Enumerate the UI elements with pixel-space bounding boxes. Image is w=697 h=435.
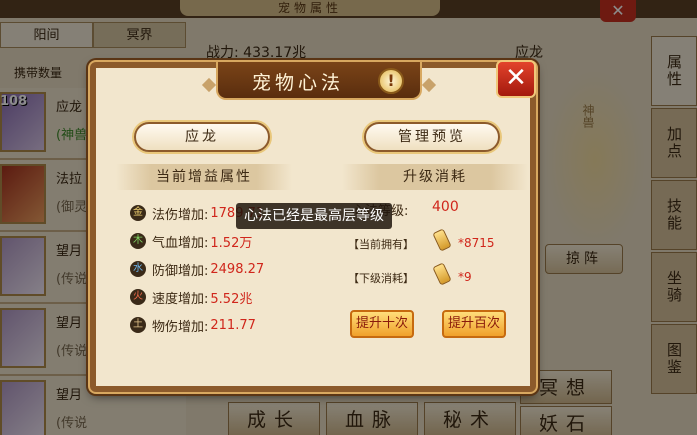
scroll-item-icon	[432, 228, 452, 252]
attr-label: 法伤增加:	[152, 207, 209, 223]
dialog-title: 宠物心法	[251, 72, 344, 94]
attr-value: 5.52兆	[210, 291, 253, 307]
attr-label: 气血增加:	[152, 235, 209, 251]
info-icon[interactable]: !	[378, 68, 404, 94]
attr-row-physical: 土 物伤增加: 211.77	[130, 314, 256, 336]
diamond-ornament-icon	[201, 77, 217, 93]
attr-label: 防御增加:	[152, 263, 209, 279]
diamond-ornament-icon	[421, 77, 437, 93]
pet-select-button[interactable]: 应龙	[134, 122, 270, 152]
upgrade-ten-button[interactable]: 提升十次	[350, 310, 414, 338]
wood-element-icon: 木	[130, 233, 146, 249]
max-level-toast: 心法已经是最高层等级	[236, 203, 392, 229]
water-element-icon: 水	[130, 261, 146, 277]
upgrade-hundred-button[interactable]: 提升百次	[442, 310, 506, 338]
attr-row-defense: 水 防御增加: 2498.27	[130, 258, 264, 280]
attr-label: 物伤增加:	[152, 319, 209, 335]
earth-element-icon: 土	[130, 317, 146, 333]
dialog-header: 宠物心法 !	[216, 62, 422, 100]
metal-element-icon: 金	[130, 205, 146, 221]
attr-row-hp: 木 气血增加: 1.52万	[130, 230, 252, 252]
attr-row-speed: 火 速度增加: 5.52兆	[130, 286, 252, 308]
next-cost-label: 【下级消耗】	[348, 272, 414, 285]
manage-preview-button[interactable]: 管理预览	[364, 122, 500, 152]
current-bonus-header: 当前增益属性	[116, 164, 292, 190]
attr-value: 211.77	[210, 317, 256, 333]
mind-level-value: 400	[432, 199, 459, 215]
fire-element-icon: 火	[130, 289, 146, 305]
close-icon[interactable]: ✕	[496, 60, 536, 98]
upgrade-cost-header: 升级消耗	[342, 164, 528, 190]
attr-value: 1.52万	[210, 235, 253, 251]
owned-label: 【当前拥有】	[348, 238, 414, 251]
scroll-item-icon	[432, 262, 452, 286]
attr-label: 速度增加:	[152, 291, 209, 307]
attr-value: 2498.27	[210, 261, 265, 277]
owned-value: *8715	[458, 236, 495, 250]
next-cost-value: *9	[458, 270, 472, 284]
